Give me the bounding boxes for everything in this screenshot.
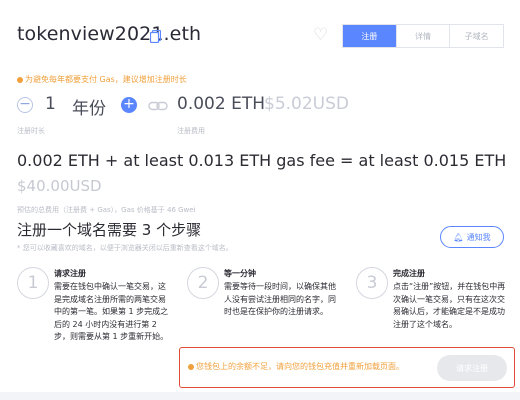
gas-warning-text: 为避免每年都要支付 Gas，建议增加注册时长	[25, 75, 187, 84]
registration-card: tokenview2021.eth ♡ 注册 详情 子域名 为避免每年都要支付 …	[0, 0, 520, 392]
step-number: 2	[187, 267, 219, 299]
step-title: 等一分钟	[224, 269, 256, 278]
step-description: 点击“注册”按钮，并在钱包中再次确认一笔交易，只有在这次交易确认后，才能确定是不…	[393, 282, 506, 329]
total-cost-formula: 0.002 ETH + at least 0.013 ETH gas fee =…	[17, 151, 507, 170]
step-title: 请求注册	[54, 269, 86, 278]
steps-subtitle: * 您可以收藏喜欢的域名，以便于浏览器关闭以后重新查看这个域名。	[17, 244, 233, 252]
balance-warning-text: 您钱包上的余额不足，请向您的钱包充值并重新加载页面。	[196, 362, 404, 371]
increase-years-button[interactable]: +	[121, 97, 137, 113]
years-label: 注册时长	[17, 127, 45, 135]
total-cost-usd: $40.00USD	[17, 177, 102, 195]
favorite-heart-icon[interactable]: ♡	[313, 27, 328, 44]
years-unit: 年份	[72, 99, 106, 119]
step-description: 需要在钱包中确认一笔交易，这是完成域名注册所需的两笔交易中的第一笔。如果第 1 …	[54, 282, 169, 341]
tab-register[interactable]: 注册	[343, 25, 396, 47]
gas-warning: 为避免每年都要支付 Gas，建议增加注册时长	[17, 74, 187, 85]
warning-dot-icon	[17, 76, 23, 83]
tab-bar: 注册 详情 子域名	[342, 24, 504, 48]
notify-me-button[interactable]: 🔔︎ 通知我	[440, 226, 504, 248]
request-register-button[interactable]: 请求注册	[437, 355, 507, 381]
warning-dot-icon	[188, 363, 194, 370]
bell-icon: 🔔︎	[453, 232, 464, 242]
steps-title: 注册一个域名需要 3 个步骤	[17, 221, 202, 239]
total-cost-note: 预估的总费用（注册费 + Gas），Gas 价格基于 46 Gwei	[17, 206, 196, 214]
step-number: 3	[356, 267, 388, 299]
fee-label: 注册费用	[177, 127, 205, 135]
notify-me-label: 通知我	[466, 232, 491, 242]
insufficient-balance-box: 您钱包上的余额不足，请向您的钱包充值并重新加载页面。 请求注册	[179, 347, 515, 388]
tab-details[interactable]: 详情	[395, 25, 450, 47]
decrease-years-button[interactable]: −	[17, 97, 33, 113]
step-number: 1	[17, 267, 49, 299]
step-description: 需要等待一段时间，以确保其他人没有尝试注册相同的名字，同时也是在保护你的注册请求…	[224, 282, 336, 316]
years-value: 1	[45, 94, 56, 114]
tab-subdomains[interactable]: 子域名	[449, 25, 503, 47]
balance-warning: 您钱包上的余额不足，请向您的钱包充值并重新加载页面。	[188, 361, 404, 372]
step-title: 完成注册	[393, 269, 425, 278]
registration-price-eth: 0.002 ETH	[177, 94, 265, 114]
copy-icon[interactable]	[150, 30, 161, 43]
domain-name: tokenview2021.eth	[17, 23, 202, 45]
link-icon	[148, 101, 168, 111]
registration-price-usd: $5.02USD	[264, 94, 349, 114]
